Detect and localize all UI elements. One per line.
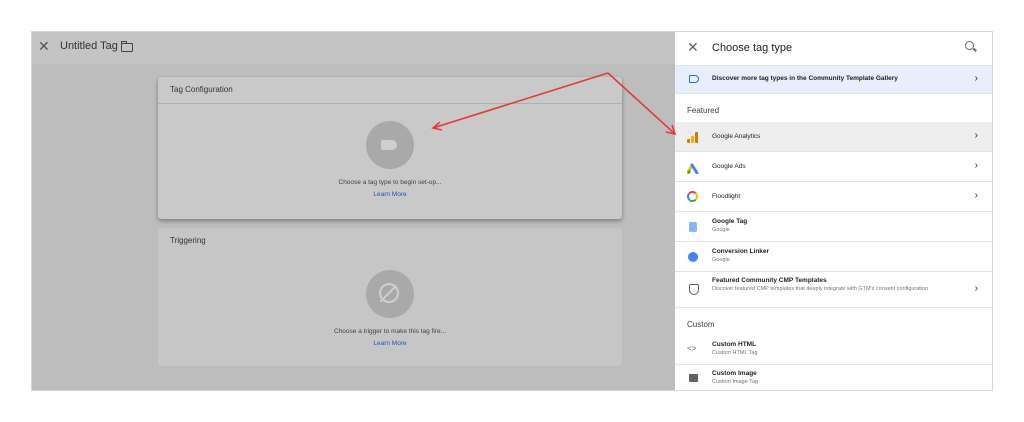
annotation-arrows <box>431 72 677 136</box>
arrow-to-google-analytics <box>607 72 676 135</box>
arrow-to-tag-configuration <box>432 72 609 129</box>
